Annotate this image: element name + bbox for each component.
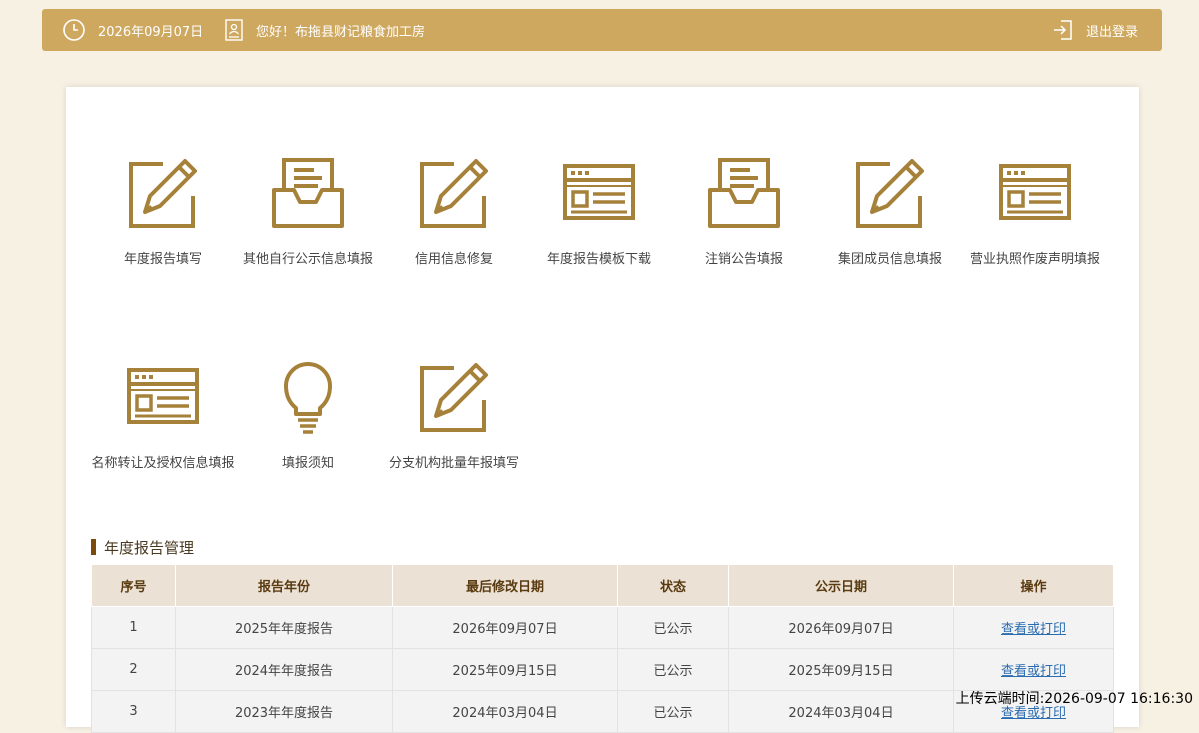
tile-label: 年度报告模板下载 bbox=[546, 252, 651, 267]
header-action: 操作 bbox=[953, 564, 1114, 607]
browser-window-icon bbox=[559, 154, 639, 234]
tile-name-transfer[interactable]: 名称转让及授权信息填报 bbox=[88, 358, 238, 473]
section-title: 年度报告管理 bbox=[91, 537, 194, 557]
upload-timestamp: 上传云端时间:2026-09-07 16:16:30 bbox=[955, 691, 1193, 707]
browser-window-icon bbox=[123, 358, 203, 438]
top-bar: 2026年09月07日 您好！布拖县财记粮食加工房 退出登录 bbox=[42, 9, 1162, 51]
tile-label: 其他自行公示信息填报 bbox=[242, 252, 373, 267]
header-last-modified: 最后修改日期 bbox=[392, 564, 618, 607]
edit-icon bbox=[850, 154, 930, 234]
header-status: 状态 bbox=[617, 564, 729, 607]
cell-index: 1 bbox=[91, 606, 176, 649]
tile-group-members[interactable]: 集团成员信息填报 bbox=[815, 154, 965, 269]
greeting-area: 您好！布拖县财记粮食加工房 bbox=[224, 9, 425, 51]
section-title-bar bbox=[91, 539, 96, 555]
tile-credit-repair[interactable]: 信用信息修复 bbox=[379, 154, 529, 269]
edit-icon bbox=[414, 154, 494, 234]
tile-branch-batch-report[interactable]: 分支机构批量年报填写 bbox=[379, 358, 529, 473]
tile-filing-notes[interactable]: 填报须知 bbox=[233, 358, 383, 473]
cell-last-modified: 2024年03月04日 bbox=[392, 690, 618, 733]
tile-label: 年度报告填写 bbox=[123, 252, 202, 267]
edit-icon bbox=[123, 154, 203, 234]
inbox-icon bbox=[268, 154, 348, 234]
cell-status: 已公示 bbox=[617, 690, 729, 733]
inbox-icon bbox=[704, 154, 784, 234]
view-print-link[interactable]: 查看或打印 bbox=[1001, 664, 1066, 679]
cell-report-year: 2023年年度报告 bbox=[175, 690, 393, 733]
view-print-link[interactable]: 查看或打印 bbox=[1001, 622, 1066, 637]
view-print-link[interactable]: 查看或打印 bbox=[1001, 706, 1066, 721]
tile-label: 营业执照作废声明填报 bbox=[969, 252, 1100, 267]
user-card-icon bbox=[224, 19, 244, 41]
logout-label: 退出登录 bbox=[1086, 24, 1139, 40]
header-publish-date: 公示日期 bbox=[728, 564, 954, 607]
cell-index: 3 bbox=[91, 690, 176, 733]
tile-label: 集团成员信息填报 bbox=[837, 252, 942, 267]
cell-publish-date: 2026年09月07日 bbox=[728, 606, 954, 649]
browser-window-icon bbox=[995, 154, 1075, 234]
tile-label: 信用信息修复 bbox=[414, 252, 493, 267]
tile-cancellation-notice[interactable]: 注销公告填报 bbox=[669, 154, 819, 269]
cell-action: 查看或打印 bbox=[953, 606, 1114, 649]
greeting-text: 您好！布拖县财记粮食加工房 bbox=[256, 24, 426, 40]
logout-button[interactable]: 退出登录 bbox=[1052, 9, 1138, 51]
cell-last-modified: 2025年09月15日 bbox=[392, 648, 618, 691]
lightbulb-icon bbox=[268, 358, 348, 438]
cell-action: 查看或打印 bbox=[953, 648, 1114, 691]
cell-status: 已公示 bbox=[617, 648, 729, 691]
tile-label: 分支机构批量年报填写 bbox=[388, 456, 519, 471]
cell-index: 2 bbox=[91, 648, 176, 691]
header-index: 序号 bbox=[91, 564, 176, 607]
cell-publish-date: 2025年09月15日 bbox=[728, 648, 954, 691]
tile-license-void-statement[interactable]: 营业执照作废声明填报 bbox=[960, 154, 1110, 269]
cell-report-year: 2025年年度报告 bbox=[175, 606, 393, 649]
tile-annual-report-fill[interactable]: 年度报告填写 bbox=[88, 154, 238, 269]
date-display: 2026年09月07日 bbox=[62, 9, 203, 51]
current-date: 2026年09月07日 bbox=[98, 24, 204, 40]
tile-label: 名称转让及授权信息填报 bbox=[91, 456, 235, 471]
tile-other-disclosure[interactable]: 其他自行公示信息填报 bbox=[233, 154, 383, 269]
table-header-row: 序号 报告年份 最后修改日期 状态 公示日期 操作 bbox=[91, 564, 1114, 607]
table-row: 2 2024年年度报告 2025年09月15日 已公示 2025年09月15日 … bbox=[91, 648, 1114, 691]
edit-icon bbox=[414, 358, 494, 438]
table-row: 1 2025年年度报告 2026年09月07日 已公示 2026年09月07日 … bbox=[91, 606, 1114, 649]
cell-report-year: 2024年年度报告 bbox=[175, 648, 393, 691]
tile-label: 注销公告填报 bbox=[704, 252, 783, 267]
tile-template-download[interactable]: 年度报告模板下载 bbox=[524, 154, 674, 269]
tile-label: 填报须知 bbox=[281, 456, 334, 471]
logout-icon bbox=[1052, 19, 1074, 41]
clock-icon bbox=[62, 18, 86, 42]
cell-last-modified: 2026年09月07日 bbox=[392, 606, 618, 649]
cell-publish-date: 2024年03月04日 bbox=[728, 690, 954, 733]
header-report-year: 报告年份 bbox=[175, 564, 393, 607]
cell-status: 已公示 bbox=[617, 606, 729, 649]
section-title-text: 年度报告管理 bbox=[104, 538, 195, 557]
